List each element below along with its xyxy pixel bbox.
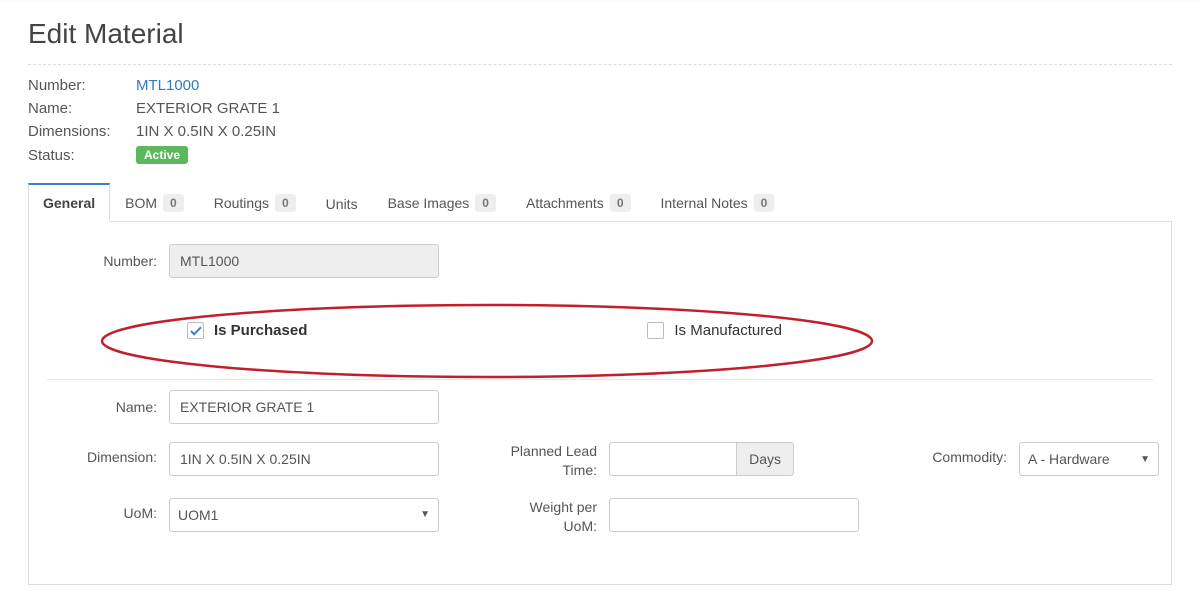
is-manufactured-label: Is Manufactured	[674, 322, 782, 339]
is-purchased-label: Is Purchased	[214, 322, 307, 339]
tab-internal-notes[interactable]: Internal Notes 0	[646, 183, 790, 222]
summary-status-label: Status:	[28, 147, 136, 164]
dimension-label: Dimension:	[47, 442, 157, 465]
chevron-down-icon: ▼	[1140, 454, 1150, 465]
tab-base-images-label: Base Images	[388, 195, 470, 211]
tab-units-label: Units	[326, 196, 358, 212]
tab-attachments[interactable]: Attachments 0	[511, 183, 646, 222]
summary-block: Number: MTL1000 Name: EXTERIOR GRATE 1 D…	[28, 77, 1172, 164]
purchase-manufacture-row: Is Purchased Is Manufactured	[47, 296, 1153, 380]
summary-dimensions-value: 1IN X 0.5IN X 0.25IN	[136, 123, 276, 140]
name-label: Name:	[47, 399, 157, 415]
planned-lead-time-group: Days	[609, 442, 794, 476]
summary-name-value: EXTERIOR GRATE 1	[136, 100, 280, 117]
commodity-select[interactable]: A - Hardware ▼	[1019, 442, 1159, 476]
tab-bom-label: BOM	[125, 195, 157, 211]
commodity-value: A - Hardware	[1028, 451, 1110, 467]
dimension-input[interactable]	[169, 442, 439, 476]
is-purchased-checkbox[interactable]	[187, 322, 204, 339]
tab-internal-notes-label: Internal Notes	[661, 195, 748, 211]
tab-internal-notes-count: 0	[754, 194, 775, 212]
planned-lead-time-label: Planned Lead Time:	[507, 442, 597, 480]
number-input[interactable]	[169, 244, 439, 278]
summary-status-row: Status: Active	[28, 146, 1172, 164]
commodity-label: Commodity:	[907, 442, 1007, 465]
weight-per-uom-input[interactable]	[609, 498, 859, 532]
uom-value: UOM1	[178, 507, 218, 523]
uom-label: UoM:	[47, 498, 157, 521]
number-label: Number:	[47, 253, 157, 269]
is-purchased-checkbox-wrapper[interactable]: Is Purchased	[187, 322, 307, 339]
tab-routings-count: 0	[275, 194, 296, 212]
tab-base-images-count: 0	[475, 194, 496, 212]
status-badge: Active	[136, 146, 188, 164]
planned-lead-time-unit: Days	[737, 442, 794, 476]
weight-per-uom-label: Weight per UoM:	[507, 498, 597, 536]
summary-number-label: Number:	[28, 77, 136, 94]
dimension-row: Dimension: Planned Lead Time: Days Commo…	[47, 442, 1153, 480]
uom-row: UoM: UOM1 ▼ Weight per UoM:	[47, 498, 1153, 536]
tab-attachments-count: 0	[610, 194, 631, 212]
tab-routings-label: Routings	[214, 195, 269, 211]
tab-general[interactable]: General	[28, 183, 110, 222]
general-form: Number: Is Purchased	[28, 222, 1172, 585]
summary-dimensions-row: Dimensions: 1IN X 0.5IN X 0.25IN	[28, 123, 1172, 140]
name-input[interactable]	[169, 390, 439, 424]
summary-dimensions-label: Dimensions:	[28, 123, 136, 140]
summary-name-row: Name: EXTERIOR GRATE 1	[28, 100, 1172, 117]
number-row: Number:	[47, 244, 1153, 278]
uom-select[interactable]: UOM1 ▼	[169, 498, 439, 532]
tab-routings[interactable]: Routings 0	[199, 183, 311, 222]
check-icon	[190, 325, 202, 337]
chevron-down-icon: ▼	[420, 509, 430, 520]
tab-bom[interactable]: BOM 0	[110, 183, 199, 222]
page-title: Edit Material	[28, 18, 1172, 56]
is-manufactured-checkbox[interactable]	[647, 322, 664, 339]
summary-number-row: Number: MTL1000	[28, 77, 1172, 94]
summary-number-link[interactable]: MTL1000	[136, 77, 199, 94]
tab-general-label: General	[43, 195, 95, 211]
checks-inner: Is Purchased Is Manufactured	[47, 322, 1153, 339]
tabs-bar: General BOM 0 Routings 0 Units Base Imag…	[28, 182, 1172, 222]
title-divider	[28, 64, 1172, 65]
edit-material-page: Edit Material Number: MTL1000 Name: EXTE…	[0, 0, 1200, 608]
summary-name-label: Name:	[28, 100, 136, 117]
tab-units[interactable]: Units	[311, 185, 373, 222]
planned-lead-time-input[interactable]	[609, 442, 737, 476]
annotation-ellipse	[92, 301, 882, 381]
tab-bom-count: 0	[163, 194, 184, 212]
is-manufactured-checkbox-wrapper[interactable]: Is Manufactured	[647, 322, 782, 339]
tab-base-images[interactable]: Base Images 0	[373, 183, 511, 222]
name-row: Name:	[47, 390, 1153, 424]
tab-attachments-label: Attachments	[526, 195, 604, 211]
